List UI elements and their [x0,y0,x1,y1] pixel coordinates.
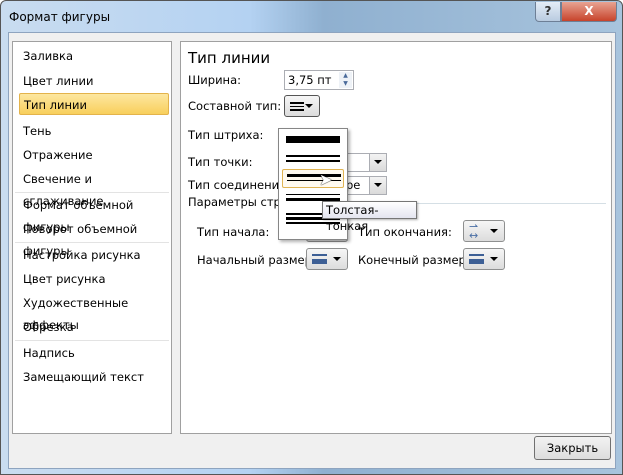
arrow-size-icon-part [312,259,327,261]
sidebar-item-glow[interactable]: Свечение и сглаживание [19,168,169,208]
compound-type-dropdown[interactable] [284,95,320,117]
close-window-button[interactable]: X [561,2,617,22]
chevron-down-icon [333,257,341,261]
end-type-dropdown[interactable]: ⇀ ↔ [463,220,505,242]
dialog-body: Заливка Цвет линии Тип линии Тень Отраже… [8,32,616,469]
compound-line-icon-part [290,106,304,107]
join-type-label: Тип соединения: [188,178,290,192]
width-label: Ширина: [188,73,241,87]
begin-size-label: Начальный размер: [197,253,316,267]
chevron-down-icon [490,229,498,233]
end-size-label: Конечный размер: [358,253,470,267]
begin-type-label: Тип начала: [197,225,270,239]
sidebar-item-artistic-effects[interactable]: Художественные эффекты [19,292,169,332]
compound-line-icon [290,102,304,104]
option-simple[interactable] [282,130,344,149]
option-double[interactable] [282,149,344,168]
line-style-panel: Тип линии Ширина: 3,75 пт ▲ ▼ Составной … [180,41,612,434]
sidebar-item-picture-color[interactable]: Цвет рисунка [19,268,169,290]
end-size-dropdown[interactable] [463,248,505,270]
sidebar: Заливка Цвет линии Тип линии Тень Отраже… [12,41,172,434]
tooltip: Толстая-тонкая [322,201,417,233]
divider [15,340,169,341]
spin-down-icon[interactable]: ▼ [339,80,352,88]
arrow-type-icon: ⇀↔ [469,220,479,242]
close-button[interactable]: Закрыть [534,436,611,460]
join-type-value: ре [346,178,361,192]
chevron-down-icon [490,257,498,261]
sidebar-item-text-box[interactable]: Надпись [19,342,169,364]
sidebar-item-fill[interactable]: Заливка [19,45,169,67]
sidebar-item-picture-corrections[interactable]: Настройка рисунка [19,244,169,266]
width-spinner[interactable]: 3,75 пт ▲ ▼ [284,70,354,90]
arrow-size-icon-part [469,259,484,261]
section-title: Тип линии [188,49,271,67]
chevron-down-icon[interactable] [369,177,386,194]
chevron-down-icon[interactable] [369,154,386,171]
end-type-label: Тип окончания: [358,225,452,239]
mouse-cursor-icon: ➤ [319,170,333,189]
sidebar-item-alt-text[interactable]: Замещающий текст [19,366,169,388]
spin-up-icon[interactable]: ▲ [339,72,352,80]
sidebar-item-line-style[interactable]: Тип линии [19,93,169,115]
sidebar-item-3d-format[interactable]: Формат объемной фигуры [19,194,169,234]
sidebar-item-line-color[interactable]: Цвет линии [19,70,169,92]
divider [15,242,169,243]
option-thick-thin[interactable] [282,169,344,188]
chevron-down-icon [305,104,313,108]
dash-type-label: Тип штриха: [188,128,264,142]
cap-type-label: Тип точки: [188,155,253,169]
begin-size-dropdown[interactable] [306,248,348,270]
sidebar-item-3d-rotation[interactable]: Поворот объемной фигуры [19,218,169,258]
sidebar-item-reflection[interactable]: Отражение [19,144,169,166]
window-title: Формат фигуры [9,10,111,24]
dialog-window: Формат фигуры ? X Заливка Цвет линии Тип… [0,0,623,475]
compound-type-label: Составной тип: [188,99,282,113]
compound-line-icon-part [290,109,304,111]
width-value: 3,75 пт [288,73,332,87]
divider [15,192,169,193]
help-button[interactable]: ? [535,2,561,22]
sidebar-item-shadow[interactable]: Тень [19,120,169,142]
sidebar-item-crop[interactable]: Обрезка [19,316,169,338]
